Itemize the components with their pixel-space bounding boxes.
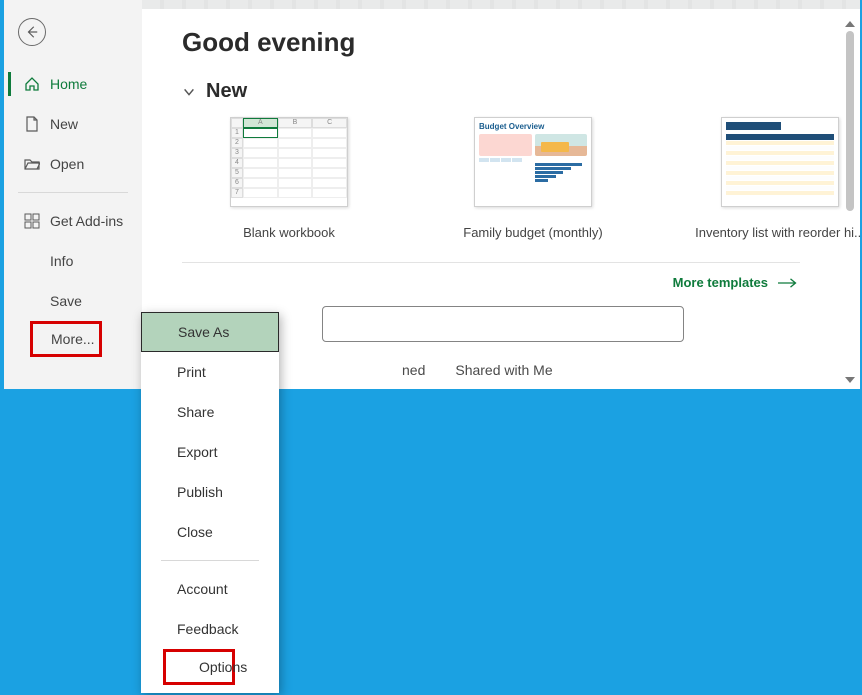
template-row: ABC 1 2 3 4 5 6 7 Blank workbook Budget … bbox=[212, 117, 860, 240]
tab-shared-with-me[interactable]: Shared with Me bbox=[455, 362, 552, 378]
menu-item-share[interactable]: Share bbox=[141, 392, 279, 432]
sidebar-item-save[interactable]: Save bbox=[4, 281, 142, 321]
menu-item-print[interactable]: Print bbox=[141, 352, 279, 392]
more-menu-popup: Save As Print Share Export Publish Close… bbox=[141, 312, 279, 693]
addins-icon bbox=[24, 213, 40, 229]
template-family-budget[interactable]: Budget Overview Family budget (monthl bbox=[456, 117, 610, 240]
sidebar-label-save: Save bbox=[50, 293, 82, 309]
more-templates-label: More templates bbox=[673, 275, 768, 290]
menu-item-options[interactable]: Options bbox=[163, 649, 235, 685]
sidebar-label-new: New bbox=[50, 116, 78, 132]
greeting-title: Good evening bbox=[182, 27, 860, 58]
sidebar-label-more: More... bbox=[51, 331, 95, 347]
template-thumb-budget: Budget Overview bbox=[474, 117, 592, 207]
arrow-left-icon bbox=[25, 25, 39, 39]
template-thumb-blank: ABC 1 2 3 4 5 6 7 bbox=[230, 117, 348, 207]
arrow-right-icon bbox=[778, 277, 798, 289]
template-label: Blank workbook bbox=[243, 225, 335, 240]
sidebar-item-addins[interactable]: Get Add-ins bbox=[4, 201, 142, 241]
menu-item-account[interactable]: Account bbox=[141, 569, 279, 609]
menu-item-save-as[interactable]: Save As bbox=[141, 312, 279, 352]
divider bbox=[182, 262, 800, 263]
sidebar-item-new[interactable]: New bbox=[4, 104, 142, 144]
sidebar-separator bbox=[18, 192, 128, 193]
new-section-title: New bbox=[206, 80, 247, 103]
document-icon bbox=[24, 116, 40, 132]
menu-item-close[interactable]: Close bbox=[141, 512, 279, 552]
folder-open-icon bbox=[24, 156, 40, 172]
template-label: Inventory list with reorder hi... bbox=[695, 225, 860, 240]
template-thumb-inventory bbox=[721, 117, 839, 207]
menu-item-export[interactable]: Export bbox=[141, 432, 279, 472]
sidebar-label-home: Home bbox=[50, 76, 87, 92]
chevron-down-icon bbox=[182, 85, 196, 99]
sidebar-item-open[interactable]: Open bbox=[4, 144, 142, 184]
template-inventory-list[interactable]: Inventory list with reorder hi... bbox=[700, 117, 860, 240]
menu-item-publish[interactable]: Publish bbox=[141, 472, 279, 512]
sidebar-label-info: Info bbox=[50, 253, 73, 269]
sidebar-item-info[interactable]: Info bbox=[4, 241, 142, 281]
scroll-down-icon[interactable] bbox=[845, 377, 855, 383]
search-input[interactable] bbox=[322, 306, 684, 342]
home-icon bbox=[24, 76, 40, 92]
scroll-up-icon[interactable] bbox=[845, 21, 855, 27]
sidebar: Home New Open Get Add-ins Info bbox=[4, 0, 142, 389]
backstage-view: Home New Open Get Add-ins Info bbox=[4, 0, 860, 389]
more-templates-link[interactable]: More templates bbox=[182, 275, 798, 290]
menu-item-feedback[interactable]: Feedback bbox=[141, 609, 279, 649]
template-blank-workbook[interactable]: ABC 1 2 3 4 5 6 7 Blank workbook bbox=[212, 117, 366, 240]
sidebar-label-open: Open bbox=[50, 156, 84, 172]
sidebar-item-more[interactable]: More... bbox=[30, 321, 102, 357]
back-button[interactable] bbox=[18, 18, 46, 46]
scrollbar[interactable] bbox=[842, 21, 858, 387]
menu-separator bbox=[161, 560, 259, 561]
scroll-thumb[interactable] bbox=[846, 31, 854, 211]
recent-tabs: ned Shared with Me bbox=[402, 362, 860, 378]
tab-pinned-partial[interactable]: ned bbox=[402, 362, 425, 378]
sidebar-label-addins: Get Add-ins bbox=[50, 213, 123, 229]
template-label: Family budget (monthly) bbox=[463, 225, 602, 240]
new-section-header[interactable]: New bbox=[182, 80, 860, 103]
sidebar-item-home[interactable]: Home bbox=[4, 64, 142, 104]
